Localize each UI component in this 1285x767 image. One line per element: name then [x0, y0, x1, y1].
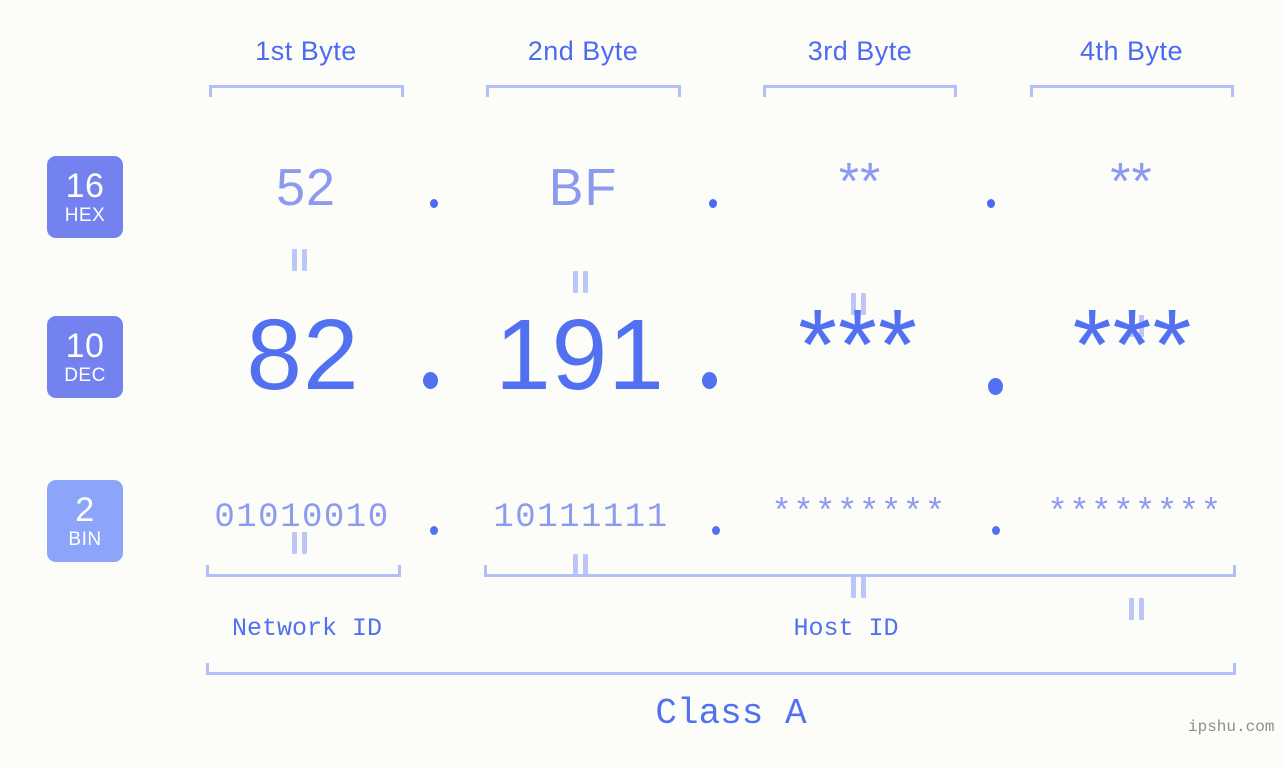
dec-value-byte-2: 191	[495, 299, 665, 411]
hex-value-byte-3: **	[838, 153, 882, 211]
base-badge-hex: 16 HEX	[47, 156, 123, 238]
base-badge-hex-abbr: HEX	[64, 205, 106, 226]
bracket-bottom-host-id	[484, 565, 1236, 577]
column-header-1st-byte: 1st Byte	[255, 36, 357, 66]
base-badge-bin: 2 BIN	[47, 480, 123, 562]
bracket-top-1st-byte	[209, 85, 404, 97]
network-id-label: Network ID	[231, 614, 383, 643]
host-id-label: Host ID	[793, 614, 899, 643]
bracket-top-2nd-byte	[486, 85, 681, 97]
dec-value-byte-1: 82	[246, 299, 360, 411]
equals-sign-dec-bin-3	[850, 576, 867, 598]
dec-value-byte-4: ***	[1072, 289, 1193, 401]
base-badge-bin-abbr: BIN	[68, 529, 102, 550]
base-badge-dec: 10 DEC	[47, 316, 123, 398]
base-badge-dec-number: 10	[65, 327, 105, 365]
hex-value-byte-2: BF	[548, 159, 618, 217]
bin-dot-separator-1	[430, 526, 438, 535]
dec-value-byte-3: ***	[798, 289, 918, 401]
hex-value-byte-4: **	[1110, 153, 1153, 211]
bin-value-byte-4: ********	[1047, 495, 1223, 533]
bin-dot-separator-3	[992, 526, 1000, 535]
dec-dot-separator-2	[702, 372, 717, 389]
base-badge-bin-number: 2	[75, 491, 95, 529]
bin-value-byte-1: 01010010	[214, 499, 390, 537]
class-label: Class A	[655, 693, 807, 734]
bin-value-byte-3: ********	[771, 495, 947, 533]
hex-dot-separator-1	[430, 199, 438, 208]
bracket-bottom-network-id	[206, 565, 401, 577]
bin-dot-separator-2	[712, 526, 720, 535]
dec-dot-separator-3	[988, 378, 1003, 395]
equals-sign-hex-dec-1	[291, 249, 308, 271]
hex-dot-separator-2	[709, 199, 717, 208]
equals-sign-hex-dec-2	[572, 271, 589, 293]
column-header-2nd-byte: 2nd Byte	[527, 36, 639, 66]
hex-value-byte-1: 52	[276, 159, 336, 217]
bin-value-byte-2: 10111111	[493, 499, 669, 537]
base-badge-dec-abbr: DEC	[64, 365, 106, 386]
column-header-4th-byte: 4th Byte	[1079, 36, 1184, 66]
bracket-bottom-class	[206, 663, 1236, 675]
watermark: ipshu.com	[1188, 718, 1275, 736]
hex-dot-separator-3	[987, 199, 995, 208]
ip-breakdown-diagram: 1st Byte 2nd Byte 3rd Byte 4th Byte 16 H…	[0, 0, 1285, 767]
base-badge-hex-number: 16	[65, 167, 105, 205]
equals-sign-dec-bin-4	[1128, 598, 1145, 620]
dec-dot-separator-1	[423, 372, 438, 389]
bracket-top-3rd-byte	[763, 85, 957, 97]
bracket-top-4th-byte	[1030, 85, 1234, 97]
column-header-3rd-byte: 3rd Byte	[807, 36, 913, 66]
